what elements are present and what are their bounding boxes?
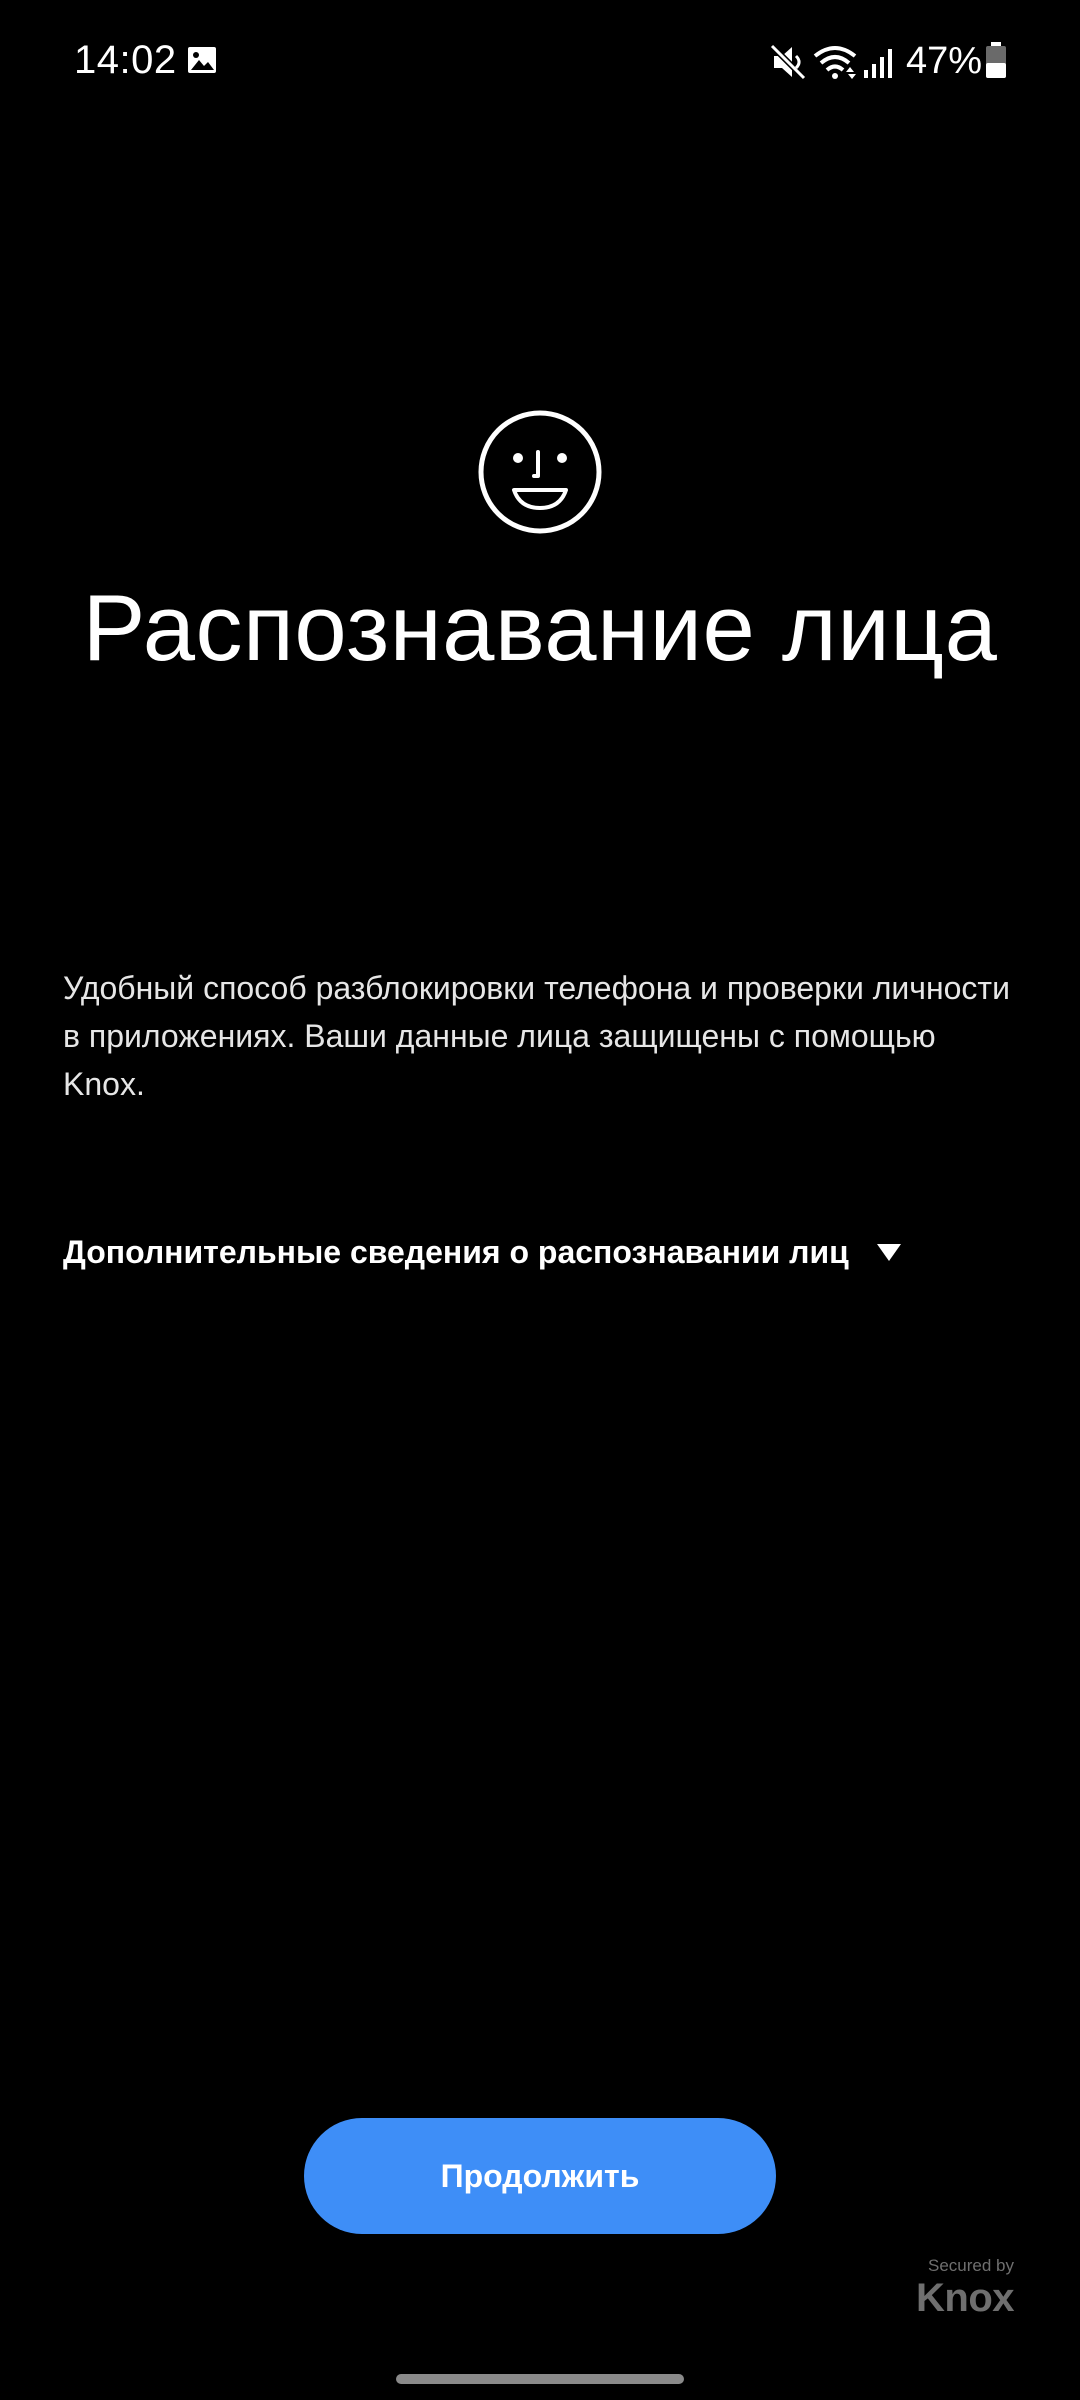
signal-icon — [864, 49, 892, 78]
face-icon — [478, 410, 602, 534]
battery-percent: 47% — [906, 40, 983, 82]
battery-icon — [986, 42, 1006, 78]
knox-logo: Secured by Knox — [904, 2256, 1015, 2320]
gallery-icon — [188, 47, 216, 73]
status-time: 14:02 — [74, 38, 177, 82]
face-recognition-screen: 14:02 47% Распознавание лица Удобный спо… — [0, 0, 1080, 2400]
wifi-icon — [813, 46, 857, 79]
triangle-down-icon — [876, 1244, 901, 1261]
mute-icon — [769, 43, 807, 81]
more-info-expander[interactable]: Дополнительные сведения о распознавании … — [63, 1228, 903, 1276]
continue-button[interactable]: Продолжить — [304, 2118, 776, 2234]
status-bar: 14:02 47% — [0, 0, 1080, 120]
more-info-label: Дополнительные сведения о распознавании … — [63, 1234, 849, 1270]
knox-name: Knox — [916, 2276, 1015, 2320]
knox-secured-by: Secured by — [928, 2256, 1014, 2275]
page-title: Распознавание лица — [82, 575, 998, 680]
description-text: Удобный способ разблокировки телефона и … — [63, 970, 1010, 1102]
home-indicator[interactable] — [396, 2374, 684, 2384]
